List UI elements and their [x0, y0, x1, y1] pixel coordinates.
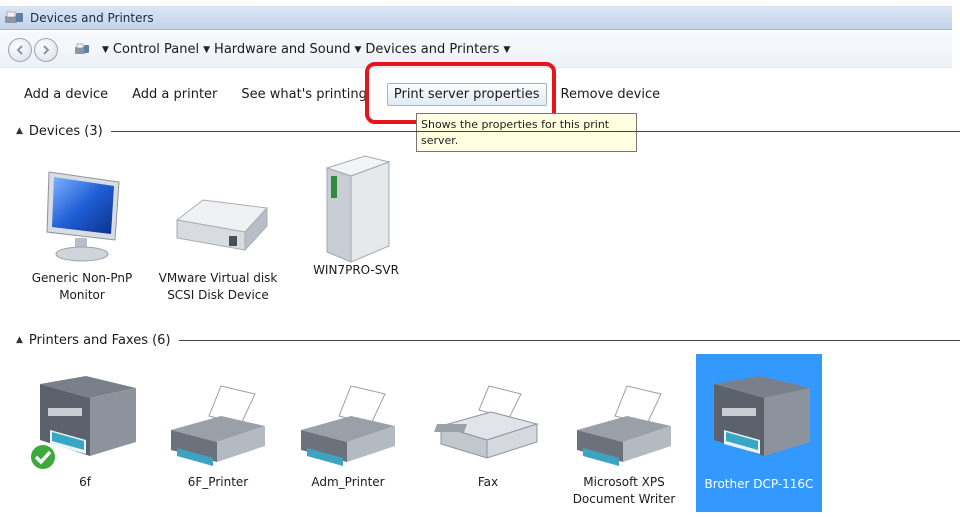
- crumb-devices-and-printers[interactable]: Devices and Printers: [365, 42, 499, 57]
- collapse-triangle-icon[interactable]: ▲: [16, 126, 23, 136]
- printer-item-brother[interactable]: Brother DCP-116C: [696, 354, 822, 512]
- printer-item-adm-printer[interactable]: Adm_Printer: [288, 380, 408, 491]
- printer-label: Fax: [477, 475, 499, 489]
- see-whats-printing-button[interactable]: See what's printing: [237, 84, 370, 105]
- printer-label: Brother DCP-116C: [704, 477, 814, 491]
- command-bar: Add a device Add a printer See what's pr…: [0, 76, 952, 112]
- device-item-monitor[interactable]: Generic Non-PnP Monitor: [22, 158, 142, 304]
- group-label-devices: Devices (3): [28, 123, 103, 139]
- printer-label: Adm_Printer: [311, 475, 385, 489]
- chevron-down-icon[interactable]: ▼: [203, 45, 210, 55]
- print-server-properties-button[interactable]: Print server properties: [386, 82, 547, 106]
- printer-item-6f-printer[interactable]: 6F_Printer: [158, 380, 278, 491]
- printer-item-xps-writer[interactable]: Microsoft XPS Document Writer: [564, 380, 684, 508]
- group-header-printers[interactable]: ▲ Printers and Faxes (6): [16, 332, 960, 348]
- printer-icon: [569, 380, 679, 472]
- arrow-left-icon: [16, 44, 23, 55]
- printer-item-6f[interactable]: 6f: [26, 370, 144, 491]
- printer-item-fax[interactable]: Fax: [428, 380, 548, 491]
- printer-label: Microsoft XPS Document Writer: [572, 475, 676, 506]
- multifunction-printer-icon: [704, 370, 814, 474]
- default-check-icon: [29, 443, 57, 471]
- add-device-button[interactable]: Add a device: [20, 84, 112, 105]
- device-item-computer[interactable]: WIN7PRO-SVR: [296, 150, 416, 279]
- group-divider: [178, 339, 960, 341]
- group-header-devices[interactable]: ▲ Devices (3): [16, 123, 960, 139]
- add-printer-button[interactable]: Add a printer: [128, 84, 221, 105]
- collapse-triangle-icon[interactable]: ▲: [16, 335, 23, 345]
- chevron-down-icon[interactable]: ▼: [354, 45, 361, 55]
- device-label: Generic Non-PnP Monitor: [31, 271, 133, 302]
- title-bar: Devices and Printers: [0, 6, 952, 30]
- group-divider: [110, 130, 960, 132]
- printer-icon: [163, 380, 273, 472]
- device-item-disk[interactable]: VMware Virtual disk SCSI Disk Device: [158, 158, 278, 304]
- remove-device-button[interactable]: Remove device: [557, 84, 665, 105]
- hard-disk-icon: [163, 158, 273, 268]
- printer-label: 6f: [79, 475, 91, 489]
- breadcrumb: ▼ Control Panel ▼ Hardware and Sound ▼ D…: [74, 42, 514, 57]
- monitor-icon: [27, 158, 137, 268]
- control-panel-icon: [74, 43, 90, 57]
- address-bar: ▼ Control Panel ▼ Hardware and Sound ▼ D…: [0, 32, 952, 68]
- fax-icon: [433, 380, 543, 472]
- chevron-down-icon[interactable]: ▼: [102, 45, 109, 55]
- computer-tower-icon: [301, 150, 411, 263]
- device-label: VMware Virtual disk SCSI Disk Device: [158, 271, 278, 302]
- multifunction-printer-icon: [29, 370, 140, 474]
- forward-button[interactable]: [34, 37, 58, 62]
- crumb-control-panel[interactable]: Control Panel: [113, 42, 199, 57]
- arrow-right-icon: [43, 44, 50, 55]
- window-title: Devices and Printers: [30, 10, 154, 25]
- chevron-down-icon[interactable]: ▼: [503, 45, 510, 55]
- printer-label: 6F_Printer: [187, 475, 249, 489]
- devices-and-printers-icon: [4, 10, 24, 26]
- crumb-hardware-and-sound[interactable]: Hardware and Sound: [214, 42, 350, 57]
- back-button[interactable]: [8, 37, 32, 62]
- printer-icon: [293, 380, 403, 472]
- group-label-printers: Printers and Faxes (6): [28, 332, 171, 348]
